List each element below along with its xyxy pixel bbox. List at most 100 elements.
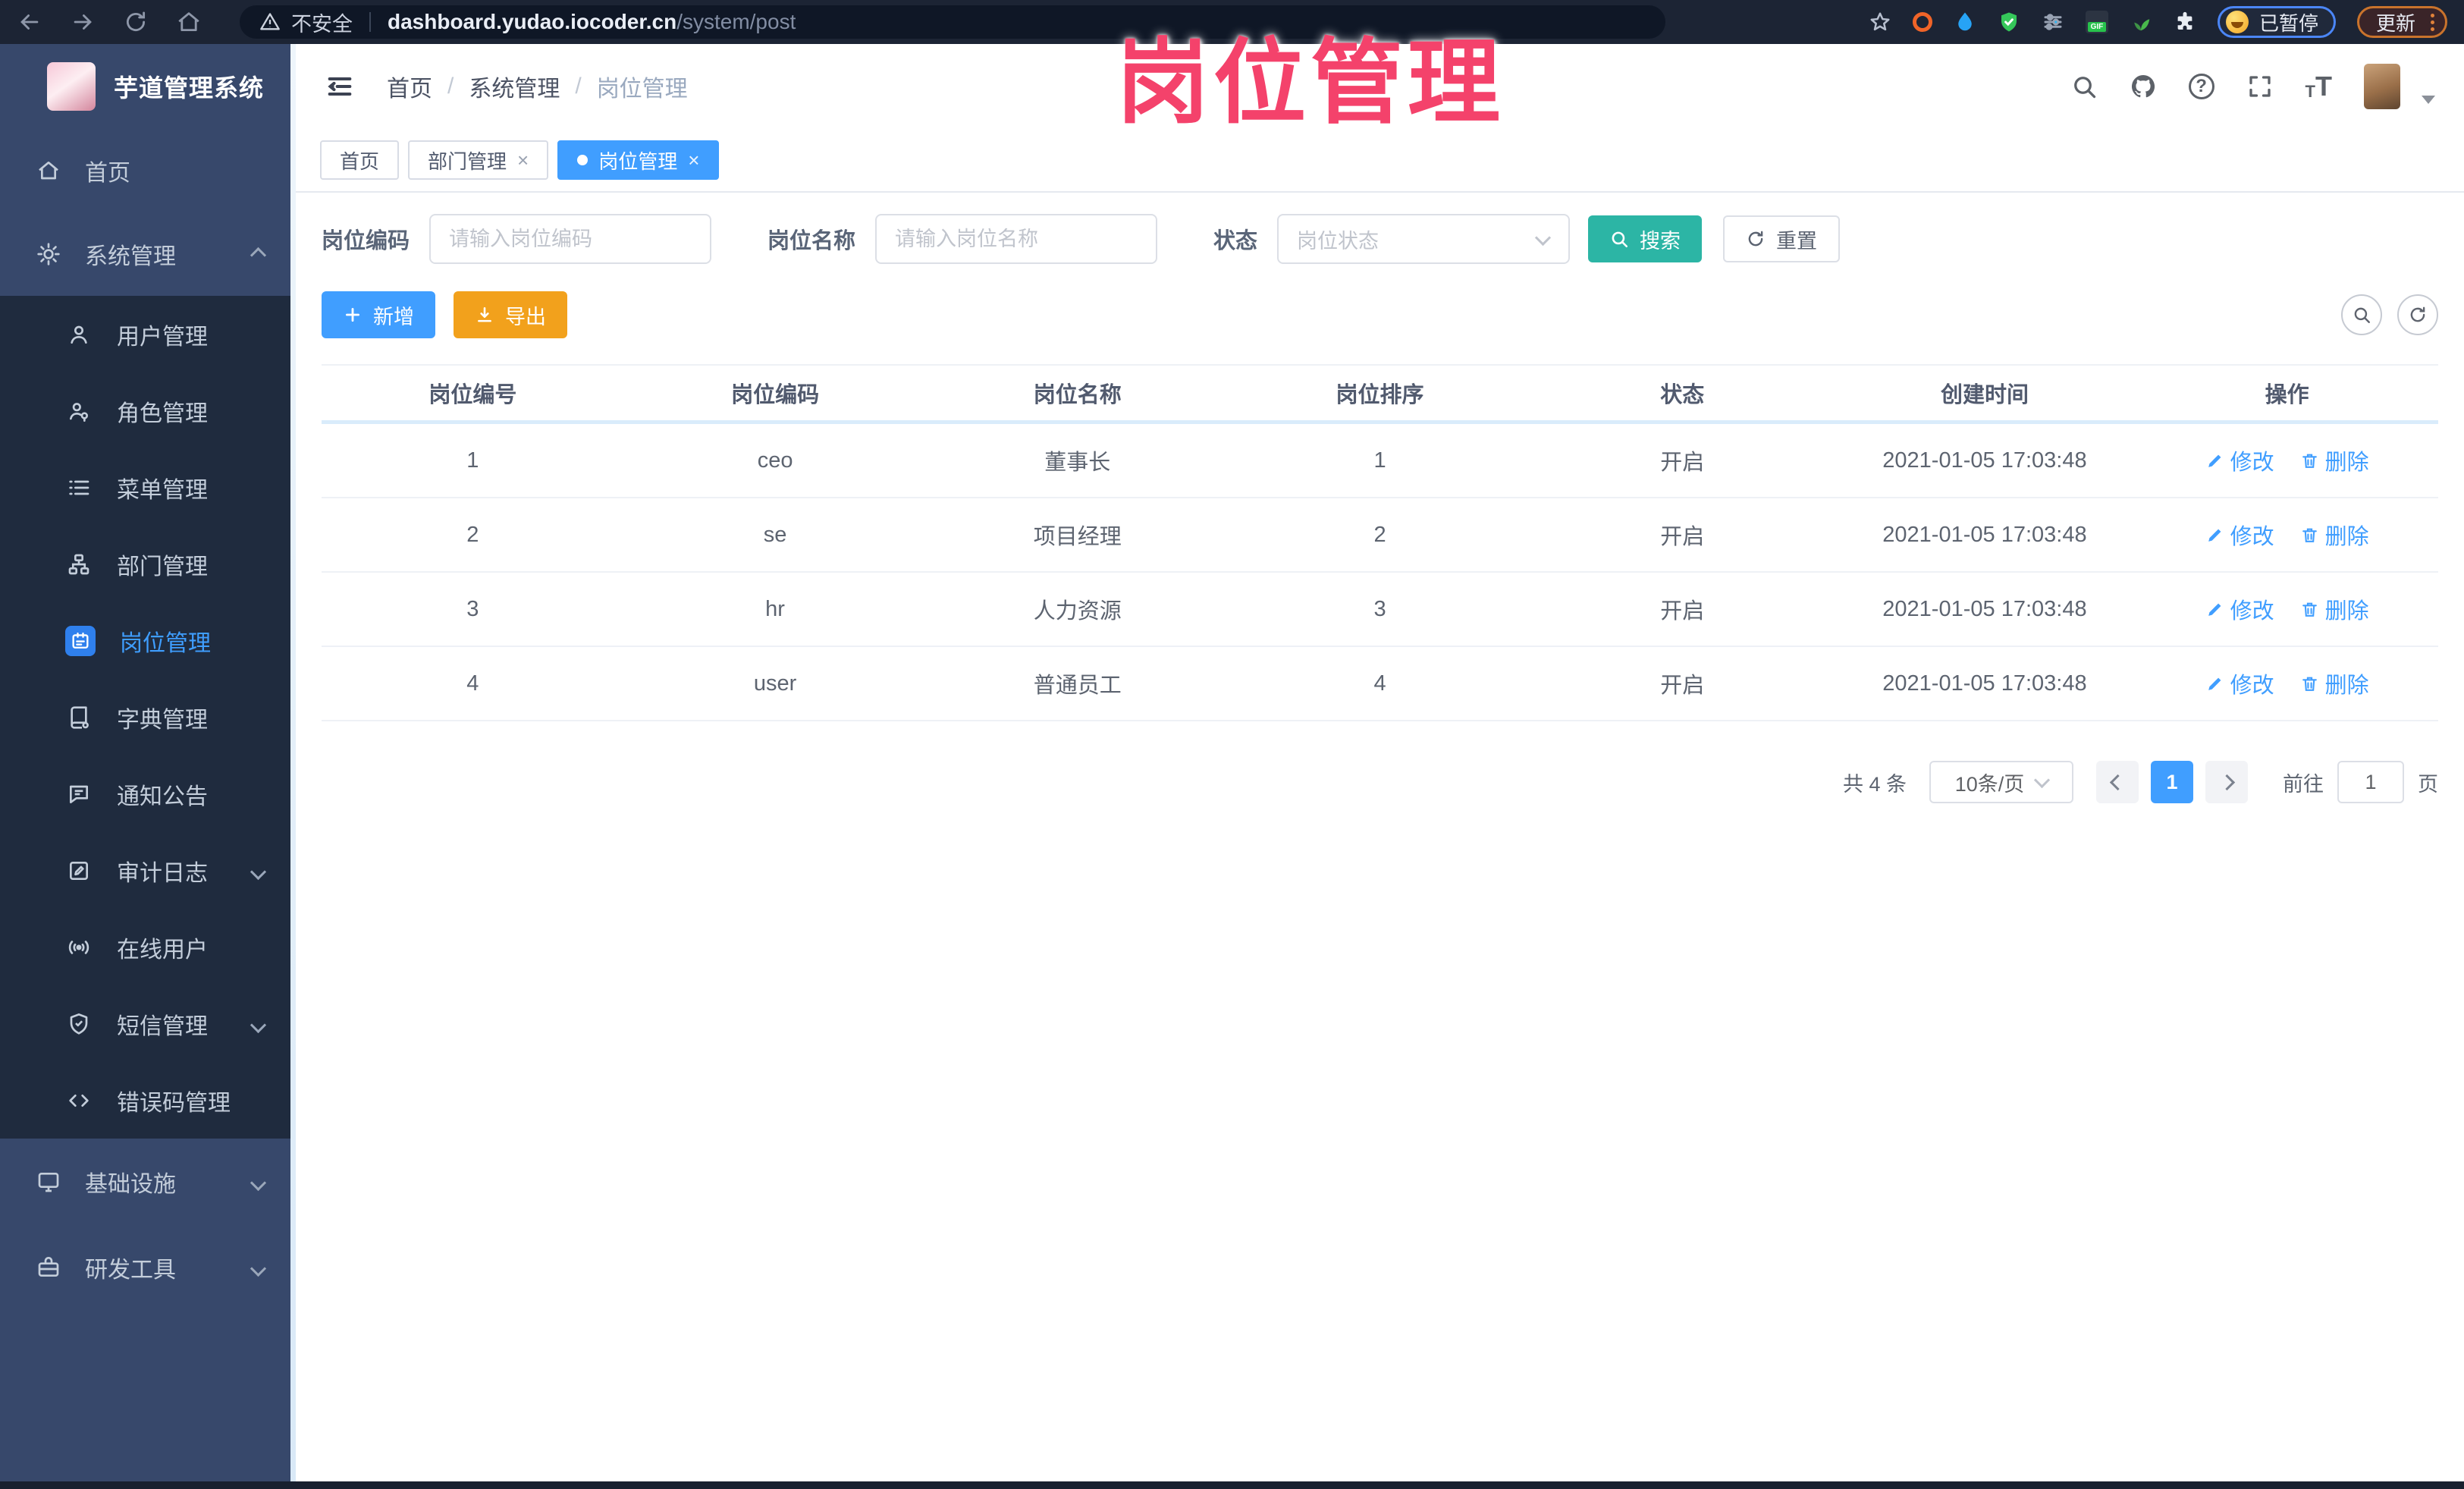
- sidebar-item-sms[interactable]: 短信管理: [0, 985, 296, 1062]
- page-size-select[interactable]: 10条/页: [1929, 761, 2073, 803]
- refresh-table-button[interactable]: [2397, 294, 2438, 335]
- github-icon[interactable]: [2130, 73, 2157, 100]
- sidebar-item-posts[interactable]: 岗位管理: [0, 602, 296, 679]
- list-icon: [65, 474, 93, 501]
- add-button[interactable]: 新增: [322, 291, 435, 338]
- breadcrumb: 首页 / 系统管理 / 岗位管理: [387, 70, 688, 103]
- app-logo[interactable]: 芋道管理系统: [0, 44, 296, 129]
- chevron-down-icon: [250, 1011, 267, 1037]
- bookmark-star-icon[interactable]: [1869, 11, 1891, 33]
- sidebar-item-users[interactable]: 用户管理: [0, 296, 296, 372]
- orange-ring-extension-icon[interactable]: [1912, 12, 1932, 32]
- browser-home-icon[interactable]: [176, 9, 202, 35]
- next-page-button[interactable]: [2205, 761, 2248, 803]
- tab-departments[interactable]: 部门管理 ×: [408, 140, 549, 180]
- browser-menu-dots-icon[interactable]: [2431, 13, 2434, 31]
- shield-check-extension-icon[interactable]: [1998, 11, 2020, 33]
- cell-post-status: 开启: [1660, 674, 1705, 698]
- sidebar-item-error-codes[interactable]: 错误码管理: [0, 1062, 296, 1139]
- edit-link[interactable]: 修改: [2205, 445, 2274, 476]
- reset-button[interactable]: 重置: [1723, 215, 1841, 262]
- emoji-face-icon: [2225, 11, 2249, 33]
- browser-forward-icon[interactable]: [70, 9, 96, 35]
- search-icon[interactable]: [2070, 73, 2098, 100]
- puzzle-extensions-icon[interactable]: [2174, 11, 2196, 33]
- collapse-sidebar-icon[interactable]: [325, 71, 355, 102]
- blue-pin-extension-icon[interactable]: [1954, 11, 1976, 33]
- trash-icon: [2302, 677, 2317, 691]
- edit-link[interactable]: 修改: [2205, 519, 2274, 551]
- delete-link[interactable]: 删除: [2300, 668, 2369, 699]
- search-icon: [1612, 231, 1628, 248]
- close-icon[interactable]: ×: [688, 150, 699, 170]
- edit-link[interactable]: 修改: [2205, 593, 2274, 625]
- sidebar-item-dict[interactable]: 字典管理: [0, 679, 296, 755]
- sidebar-item-audit-log[interactable]: 审计日志: [0, 832, 296, 909]
- table-row[interactable]: 1 ceo 董事长 1 开启 2021-01-05 17:03:48 修改 删除: [322, 424, 2438, 498]
- help-icon[interactable]: ?: [2188, 74, 2214, 99]
- sidebar-item-online-users[interactable]: 在线用户: [0, 909, 296, 985]
- sidebar-item-system-mgmt[interactable]: 系统管理: [0, 212, 296, 296]
- sidebar-item-departments[interactable]: 部门管理: [0, 526, 296, 602]
- breadcrumb-home[interactable]: 首页: [387, 70, 432, 103]
- sliders-extension-icon[interactable]: [2042, 11, 2064, 33]
- export-button[interactable]: 导出: [454, 291, 567, 338]
- cell-created-time: 2021-01-05 17:03:48: [1882, 522, 2087, 547]
- table-row[interactable]: 4 user 普通员工 4 开启 2021-01-05 17:03:48 修改 …: [322, 647, 2438, 721]
- paused-extension-badge[interactable]: 已暂停: [2217, 6, 2336, 38]
- prev-page-button[interactable]: [2096, 761, 2139, 803]
- chevron-left-icon: [2109, 774, 2126, 790]
- user-avatar[interactable]: [2364, 64, 2400, 109]
- url-path[interactable]: /system/post: [676, 10, 796, 34]
- tab-posts[interactable]: 岗位管理 ×: [557, 140, 720, 180]
- table-row[interactable]: 3 hr 人力资源 3 开启 2021-01-05 17:03:48 修改 删除: [322, 573, 2438, 647]
- browser-reload-icon[interactable]: [123, 9, 149, 35]
- cell-post-name: 人力资源: [1033, 599, 1122, 624]
- avatar-caret-icon[interactable]: [2422, 95, 2435, 104]
- sidebar-item-home[interactable]: 首页: [0, 129, 296, 212]
- sidebar-item-roles[interactable]: 角色管理: [0, 372, 296, 449]
- address-bar[interactable]: 不安全 dashboard.yudao.iocoder.cn /system/p…: [240, 5, 1665, 39]
- delete-link[interactable]: 删除: [2300, 593, 2369, 625]
- pencil-icon: [2208, 603, 2221, 616]
- pencil-icon: [2208, 677, 2221, 690]
- page-number-1[interactable]: 1: [2151, 761, 2193, 803]
- post-name-input[interactable]: [875, 214, 1158, 264]
- tab-home[interactable]: 首页: [320, 140, 400, 180]
- security-label[interactable]: 不安全: [291, 8, 353, 37]
- sidebar-item-label: 岗位管理: [120, 630, 211, 656]
- cell-post-status: 开启: [1660, 451, 1705, 475]
- breadcrumb-system[interactable]: 系统管理: [469, 70, 560, 103]
- sidebar-item-label: 研发工具: [85, 1257, 176, 1283]
- cell-post-name: 普通员工: [1033, 674, 1122, 698]
- edit-link[interactable]: 修改: [2205, 668, 2274, 699]
- delete-link[interactable]: 删除: [2300, 445, 2369, 476]
- status-select[interactable]: 岗位状态: [1277, 214, 1571, 264]
- font-size-icon[interactable]: TT: [2305, 73, 2332, 100]
- sidebar-item-notices[interactable]: 通知公告: [0, 755, 296, 832]
- sprout-extension-icon[interactable]: [2130, 11, 2152, 33]
- table-row[interactable]: 2 se 项目经理 2 开启 2021-01-05 17:03:48 修改 删除: [322, 498, 2438, 573]
- table-toolbar: 新增 导出: [322, 291, 2438, 338]
- toggle-search-button[interactable]: [2341, 294, 2382, 335]
- user-icon: [65, 321, 93, 348]
- delete-link[interactable]: 删除: [2300, 519, 2369, 551]
- gif-extension-icon[interactable]: GIF: [2085, 11, 2108, 33]
- browser-back-icon[interactable]: [17, 9, 42, 35]
- column-header: 岗位排序: [1336, 383, 1424, 407]
- search-button[interactable]: 搜索: [1588, 215, 1703, 262]
- chrome-update-button[interactable]: 更新: [2356, 6, 2447, 38]
- page-header: 首页 / 系统管理 / 岗位管理 ? TT: [296, 44, 2464, 129]
- page-content: 岗位编码 岗位名称 状态 岗位状态 搜索 重置: [296, 193, 2464, 1481]
- sidebar-item-dev-tools[interactable]: 研发工具: [0, 1224, 296, 1310]
- goto-page-input[interactable]: [2337, 761, 2404, 803]
- logo-image: [47, 62, 96, 111]
- signal-waves-icon: [65, 934, 93, 961]
- fullscreen-icon[interactable]: [2246, 73, 2274, 100]
- sidebar-item-menus[interactable]: 菜单管理: [0, 449, 296, 526]
- sidebar-item-infrastructure[interactable]: 基础设施: [0, 1139, 296, 1224]
- url-host[interactable]: dashboard.yudao.iocoder.cn: [388, 10, 676, 34]
- cell-post-code: se: [763, 522, 787, 547]
- close-icon[interactable]: ×: [517, 150, 529, 170]
- post-code-input[interactable]: [429, 214, 712, 264]
